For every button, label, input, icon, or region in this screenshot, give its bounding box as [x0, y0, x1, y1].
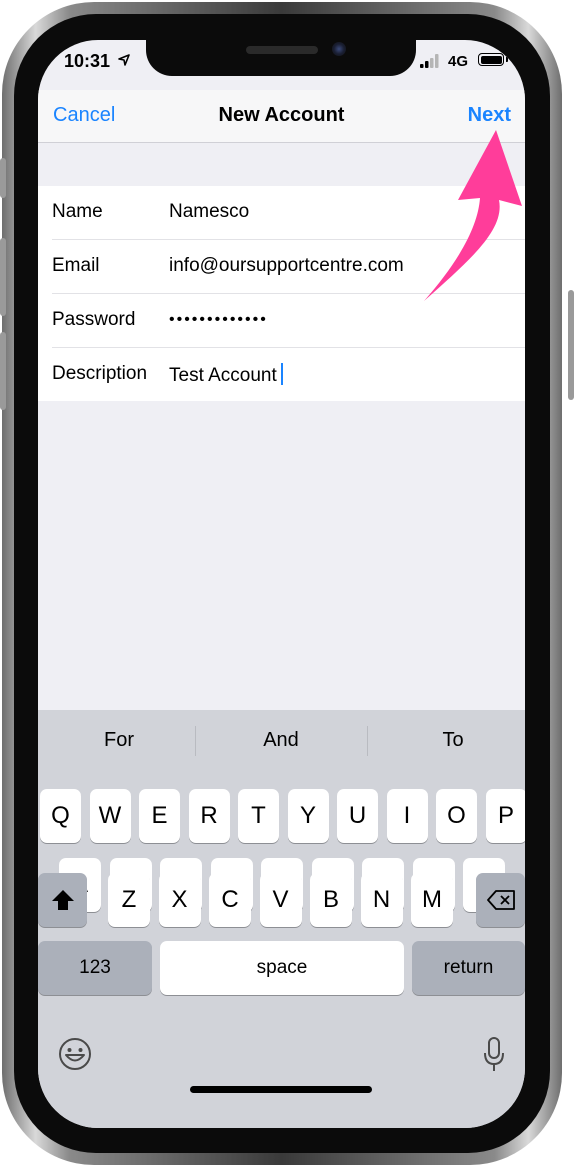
curved-arrow-icon [424, 130, 522, 301]
